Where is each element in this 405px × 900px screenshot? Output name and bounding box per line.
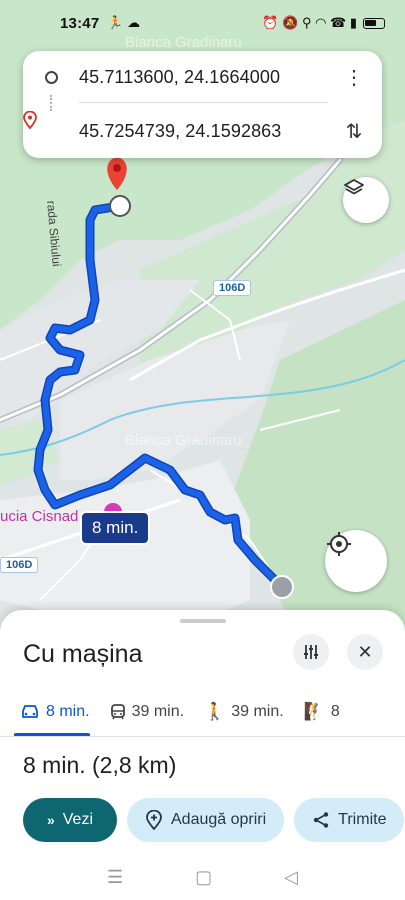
- tab-walking[interactable]: 🚶 39 min.: [184, 688, 284, 736]
- close-icon: ✕: [357, 641, 373, 662]
- share-button[interactable]: Trimite: [294, 798, 405, 842]
- tab-other[interactable]: 🧗 8: [284, 688, 340, 736]
- origin-row[interactable]: 45.7113600, 24.1664000 ⋮: [23, 57, 382, 97]
- tab-driving[interactable]: 8 min.: [0, 688, 90, 736]
- destination-field[interactable]: 45.7254739, 24.1592863: [79, 121, 281, 142]
- view-button[interactable]: » Vezi: [23, 798, 117, 842]
- route-duration-label[interactable]: 8 min.: [80, 511, 151, 545]
- travel-mode-tabs: 8 min. 39 min. 🚶 39 min. 🧗 8: [0, 688, 405, 736]
- share-icon: [313, 812, 329, 828]
- mode-label: 8 min.: [46, 703, 90, 720]
- add-stops-label: Adaugă opriri: [171, 811, 267, 828]
- origin-circle-icon: [44, 70, 58, 84]
- route-divider: [79, 102, 328, 103]
- layers-button[interactable]: [343, 177, 389, 223]
- home-icon[interactable]: ▢: [195, 867, 212, 888]
- tabs-divider: [0, 736, 405, 737]
- route-card: 45.7113600, 24.1664000 ⋮ 45.7254739, 24.…: [23, 51, 382, 158]
- transit-icon: [110, 704, 125, 720]
- more-vert-icon[interactable]: ⋮: [342, 65, 366, 90]
- mode-label: 39 min.: [231, 703, 284, 720]
- place-label[interactable]: ucia Cisnad: [0, 508, 78, 525]
- my-location-button[interactable]: [325, 530, 387, 592]
- origin-field[interactable]: 45.7113600, 24.1664000: [79, 67, 280, 88]
- action-buttons: » Vezi Adaugă opriri Trimite: [23, 798, 405, 842]
- status-icons-text: ⏰ 🔕 ⚲ ◠ ☎ ▮: [262, 15, 357, 30]
- view-label: Vezi: [62, 811, 94, 828]
- mode-label: 8: [330, 703, 340, 720]
- car-icon: [22, 705, 38, 718]
- destination-pin-icon: [23, 111, 37, 129]
- back-icon[interactable]: ◁: [284, 867, 298, 888]
- route-options-button[interactable]: [293, 634, 329, 670]
- route-connector: [50, 95, 52, 111]
- double-chevron-icon: »: [46, 812, 55, 828]
- sheet-title: Cu mașina: [23, 640, 143, 668]
- status-left-icons: 🏃 ☁: [107, 15, 141, 30]
- add-stops-button[interactable]: Adaugă opriri: [127, 798, 285, 842]
- battery-icon: [363, 17, 385, 29]
- status-bar: 13:47 🏃 ☁ ⏰ 🔕 ⚲ ◠ ☎ ▮: [0, 0, 405, 46]
- drag-handle[interactable]: [180, 619, 226, 623]
- status-time: 13:47: [60, 14, 100, 32]
- tab-transit[interactable]: 39 min.: [90, 688, 184, 736]
- walk-icon: 🚶: [204, 702, 226, 721]
- share-label: Trimite: [338, 811, 387, 828]
- system-nav-bar: ☰ ▢ ◁: [0, 855, 405, 900]
- recents-icon[interactable]: ☰: [107, 867, 123, 888]
- mode-label: 39 min.: [131, 703, 185, 720]
- map-view[interactable]: 13:47 🏃 ☁ ⏰ 🔕 ⚲ ◠ ☎ ▮ Bianca Gradinaru B…: [0, 0, 405, 640]
- destination-row[interactable]: 45.7254739, 24.1592863 ⇅: [23, 111, 382, 151]
- layers-icon: [344, 179, 364, 195]
- crosshair-icon: [327, 532, 351, 556]
- add-location-icon: [146, 810, 162, 830]
- tune-icon: [304, 645, 318, 659]
- watermark: Bianca Gradinaru: [125, 432, 242, 449]
- road-badge: 106D: [0, 557, 39, 573]
- road-badge: 106D: [213, 280, 252, 296]
- swap-icon[interactable]: ⇅: [342, 119, 366, 144]
- bike-icon: 🧗: [303, 702, 325, 721]
- close-button[interactable]: ✕: [347, 634, 383, 670]
- status-right-icons: ⏰ 🔕 ⚲ ◠ ☎ ▮: [262, 15, 385, 31]
- route-summary: 8 min. (2,8 km): [23, 752, 177, 778]
